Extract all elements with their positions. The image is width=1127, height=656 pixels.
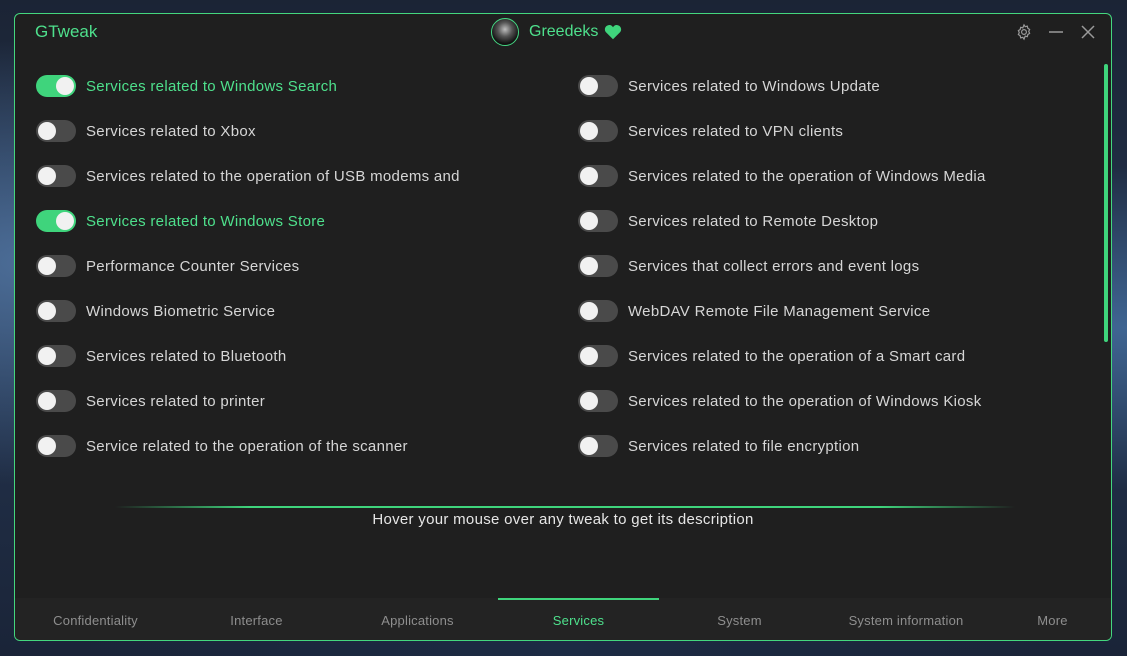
toggle-windows-search[interactable]: Services related to Windows Search [36, 71, 337, 101]
tab-system[interactable]: System [659, 598, 820, 640]
minimize-icon[interactable] [1045, 22, 1067, 42]
toggle-switch[interactable] [36, 255, 76, 277]
settings-icon[interactable] [1013, 22, 1035, 42]
toggle-xbox[interactable]: Services related to Xbox [36, 116, 256, 146]
toggle-switch[interactable] [36, 75, 76, 97]
toggle-label: Services that collect errors and event l… [628, 257, 920, 275]
toggle-label: Services related to Windows Store [86, 212, 326, 230]
toggle-label: Services related to Xbox [86, 122, 256, 140]
scrollbar[interactable] [1104, 64, 1108, 342]
toggle-windows-kiosk[interactable]: Services related to the operation of Win… [578, 386, 982, 416]
toggle-label: Services related to Windows Update [628, 77, 880, 95]
toggle-label: Services related to the operation of a S… [628, 347, 966, 365]
toggle-switch[interactable] [578, 210, 618, 232]
toggle-label: Services related to VPN clients [628, 122, 844, 140]
app-window: GTweak Greedeks Services related to Wind… [14, 13, 1112, 641]
toggle-label: Windows Biometric Service [86, 302, 276, 320]
profile-name: Greedeks [529, 23, 599, 40]
toggle-switch[interactable] [578, 435, 618, 457]
tab-interface[interactable]: Interface [176, 598, 337, 640]
toggle-webdav[interactable]: WebDAV Remote File Management Service [578, 296, 930, 326]
close-icon[interactable] [1077, 22, 1099, 42]
toggle-switch[interactable] [36, 300, 76, 322]
toggle-usb-modems[interactable]: Services related to the operation of USB… [36, 161, 460, 191]
avatar-icon [491, 18, 519, 46]
toggle-label: Services related to printer [86, 392, 266, 410]
toggle-switch[interactable] [36, 165, 76, 187]
tab-services[interactable]: Services [498, 598, 659, 640]
toggle-label: Services related to Bluetooth [86, 347, 287, 365]
toggle-switch[interactable] [578, 300, 618, 322]
toggle-bluetooth[interactable]: Services related to Bluetooth [36, 341, 286, 371]
toggle-switch[interactable] [578, 255, 618, 277]
toggle-label: Performance Counter Services [86, 257, 300, 275]
toggle-label: Services related to the operation of Win… [628, 392, 982, 410]
toggle-label: Services related to the operation of USB… [86, 167, 460, 185]
toggle-switch[interactable] [578, 165, 618, 187]
toggle-label: WebDAV Remote File Management Service [628, 302, 931, 320]
toggle-scanner[interactable]: Service related to the operation of the … [36, 431, 408, 461]
toggle-switch[interactable] [578, 390, 618, 412]
toggle-switch[interactable] [578, 345, 618, 367]
toggle-error-logs[interactable]: Services that collect errors and event l… [578, 251, 919, 281]
toggle-label: Services related to Windows Search [86, 77, 338, 95]
toggle-biometric[interactable]: Windows Biometric Service [36, 296, 275, 326]
toggle-windows-media[interactable]: Services related to the operation of Win… [578, 161, 986, 191]
toggle-smart-card[interactable]: Services related to the operation of a S… [578, 341, 965, 371]
profile: Greedeks [491, 16, 622, 48]
toggle-windows-store[interactable]: Services related to Windows Store [36, 206, 325, 236]
description-hint: Hover your mouse over any tweak to get i… [372, 511, 754, 528]
toggle-printer[interactable]: Services related to printer [36, 386, 265, 416]
divider [115, 506, 1015, 508]
toggle-remote-desktop[interactable]: Services related to Remote Desktop [578, 206, 878, 236]
toggle-performance-counter[interactable]: Performance Counter Services [36, 251, 300, 281]
toggle-label: Services related to Remote Desktop [628, 212, 879, 230]
toggle-label: Services related to file encryption [628, 437, 860, 455]
services-panel: Services related to Windows Search Servi… [15, 64, 1111, 484]
toggle-switch[interactable] [36, 210, 76, 232]
heart-icon [605, 25, 622, 40]
toggle-label: Service related to the operation of the … [86, 437, 408, 455]
toggle-label: Services related to the operation of Win… [628, 167, 986, 185]
window-controls [1013, 22, 1099, 42]
app-title: GTweak [35, 22, 98, 41]
toggle-switch[interactable] [578, 120, 618, 142]
toggle-switch[interactable] [36, 435, 76, 457]
tab-applications[interactable]: Applications [337, 598, 498, 640]
toggle-switch[interactable] [578, 75, 618, 97]
toggle-switch[interactable] [36, 390, 76, 412]
tab-confidentiality[interactable]: Confidentiality [15, 598, 176, 640]
toggle-windows-update[interactable]: Services related to Windows Update [578, 71, 880, 101]
tab-system-information[interactable]: System information [820, 598, 992, 640]
toggle-switch[interactable] [36, 345, 76, 367]
tab-more[interactable]: More [992, 598, 1111, 640]
bottom-tabs: Confidentiality Interface Applications S… [15, 598, 1111, 640]
toggle-file-encryption[interactable]: Services related to file encryption [578, 431, 859, 461]
toggle-vpn-clients[interactable]: Services related to VPN clients [578, 116, 843, 146]
title-bar: GTweak Greedeks [15, 14, 1111, 50]
toggle-switch[interactable] [36, 120, 76, 142]
